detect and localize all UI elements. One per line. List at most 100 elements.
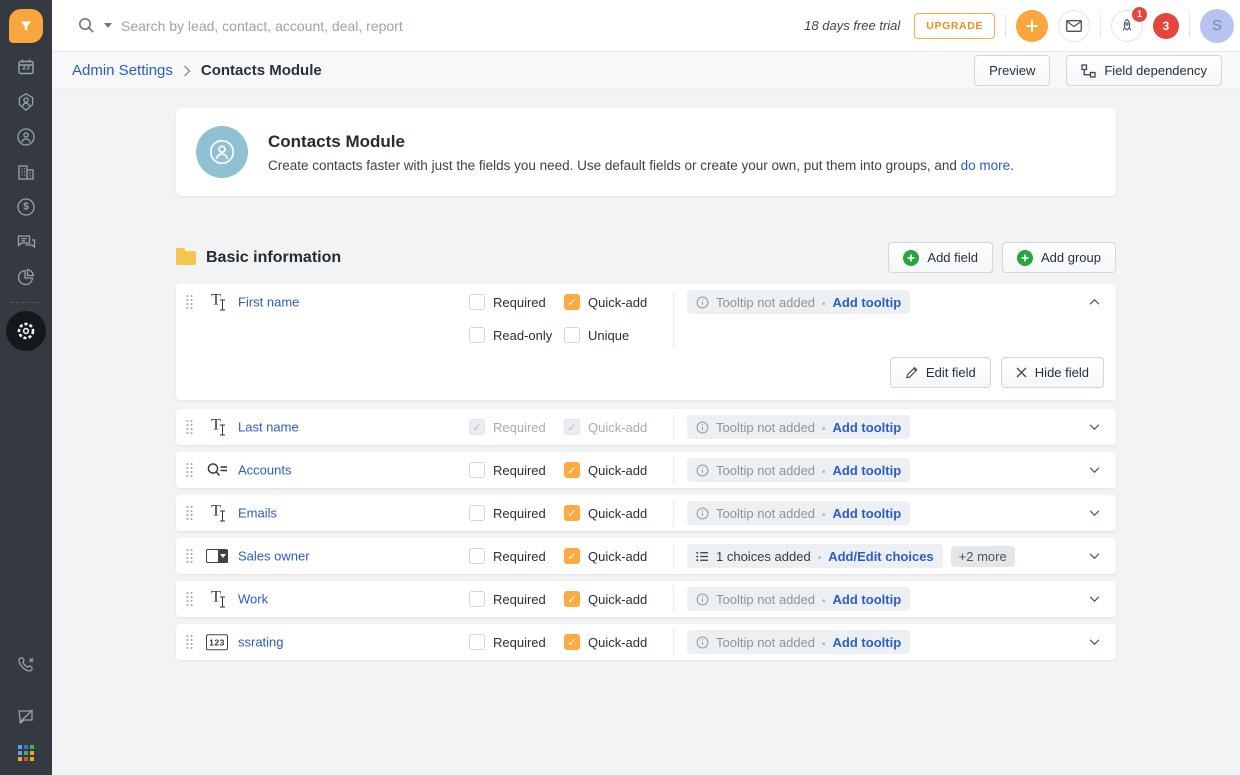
edit-field-button[interactable]: Edit field [890, 357, 991, 388]
field-dependency-label: Field dependency [1104, 63, 1207, 78]
checkbox-label: Quick-add [588, 463, 647, 478]
quick-add-checkbox[interactable]: Quick-add [564, 634, 647, 650]
add-edit-choices-link[interactable]: Add/Edit choices [828, 549, 933, 564]
info-icon [696, 421, 709, 434]
unique-checkbox[interactable]: Unique [564, 327, 629, 343]
checkbox-box[interactable] [469, 462, 485, 478]
required-checkbox[interactable]: Required [469, 591, 546, 607]
sidebar: 23 $ [0, 0, 52, 775]
field-name-link[interactable]: First name [238, 295, 299, 310]
checkbox-box[interactable] [564, 505, 580, 521]
sidebar-item-calendar[interactable]: 23 [14, 56, 38, 78]
read-only-checkbox[interactable]: Read-only [469, 327, 552, 343]
expand-chevron-icon[interactable] [1089, 467, 1100, 474]
drag-handle-icon[interactable] [186, 420, 193, 435]
drag-handle-icon[interactable] [186, 549, 193, 564]
checkbox-box[interactable] [564, 548, 580, 564]
required-checkbox[interactable]: Required [469, 548, 546, 564]
announcement-muted-icon[interactable] [14, 706, 38, 728]
drag-handle-icon[interactable] [186, 592, 193, 607]
drag-handle-icon[interactable] [186, 295, 193, 310]
add-tooltip-link[interactable]: Add tooltip [833, 463, 902, 478]
preview-button[interactable]: Preview [974, 55, 1050, 86]
search-icon[interactable] [78, 17, 95, 34]
sidebar-item-contacts[interactable] [14, 126, 38, 148]
checkbox-box[interactable] [564, 634, 580, 650]
checkbox-box[interactable] [469, 591, 485, 607]
add-field-button[interactable]: Add field [888, 242, 993, 273]
checkbox-box[interactable] [469, 548, 485, 564]
search-input[interactable] [121, 18, 541, 34]
required-checkbox[interactable]: Required [469, 462, 546, 478]
text-field-icon: T [204, 294, 230, 311]
add-tooltip-link[interactable]: Add tooltip [833, 295, 902, 310]
add-tooltip-link[interactable]: Add tooltip [833, 635, 902, 650]
checkbox-box[interactable] [564, 294, 580, 310]
freshsales-logo[interactable] [9, 9, 43, 43]
sidebar-item-settings-active[interactable] [6, 311, 46, 351]
field-dependency-button[interactable]: Field dependency [1066, 55, 1222, 86]
sidebar-item-deals[interactable]: $ [14, 196, 38, 218]
field-name-link[interactable]: Last name [238, 420, 299, 435]
quick-add-checkbox[interactable]: Quick-add [564, 505, 647, 521]
collapse-chevron-icon[interactable] [1089, 299, 1100, 306]
checkbox-box[interactable] [469, 505, 485, 521]
field-name-link[interactable]: Accounts [238, 463, 291, 478]
quick-add-checkbox[interactable]: Quick-add [564, 294, 647, 310]
add-group-button[interactable]: Add group [1002, 242, 1116, 273]
drag-handle-icon[interactable] [186, 635, 193, 650]
contacts-module-icon [196, 126, 248, 178]
tooltip-status-text: Tooltip not added [716, 592, 815, 607]
checkbox-box[interactable] [469, 327, 485, 343]
tooltip-status-pill: Tooltip not added Add tooltip [687, 587, 910, 611]
whats-new-button[interactable]: 1 [1111, 10, 1143, 42]
required-checkbox[interactable]: Required [469, 505, 546, 521]
hide-field-label: Hide field [1035, 365, 1089, 380]
checkbox-box[interactable] [564, 462, 580, 478]
sidebar-item-leads[interactable] [14, 91, 38, 113]
checkbox-box[interactable] [469, 294, 485, 310]
expand-chevron-icon[interactable] [1089, 553, 1100, 560]
quick-add-checkbox[interactable]: Quick-add [564, 462, 647, 478]
pill-separator [822, 635, 826, 650]
drag-handle-icon[interactable] [186, 463, 193, 478]
notifications-count-button[interactable]: 3 [1153, 13, 1179, 39]
drag-handle-icon[interactable] [186, 506, 193, 521]
field-name-link[interactable]: ssrating [238, 635, 284, 650]
hide-field-button[interactable]: Hide field [1001, 357, 1104, 388]
checkbox-box[interactable] [564, 591, 580, 607]
field-name-link[interactable]: Work [238, 592, 268, 607]
sidebar-item-analytics[interactable] [14, 266, 38, 288]
email-button[interactable] [1058, 10, 1090, 42]
expand-chevron-icon[interactable] [1089, 596, 1100, 603]
phone-disabled-icon[interactable] [14, 654, 38, 676]
field-name-link[interactable]: Emails [238, 506, 277, 521]
apps-switcher-icon[interactable] [18, 745, 34, 761]
search-scope-caret-icon[interactable] [104, 23, 112, 28]
add-tooltip-link[interactable]: Add tooltip [833, 592, 902, 607]
checkbox-box[interactable] [564, 327, 580, 343]
user-avatar[interactable]: S [1200, 9, 1234, 43]
sidebar-item-accounts[interactable] [14, 161, 38, 183]
quick-add-checkbox[interactable]: Quick-add [564, 591, 647, 607]
field-name-link[interactable]: Sales owner [238, 549, 310, 564]
more-choices-badge[interactable]: +2 more [951, 546, 1015, 567]
quick-add-button[interactable] [1016, 10, 1048, 42]
module-header-card: Contacts Module Create contacts faster w… [176, 108, 1116, 196]
breadcrumb-admin-settings[interactable]: Admin Settings [72, 62, 173, 79]
sidebar-item-conversations[interactable] [14, 231, 38, 253]
plus-circle-icon [1017, 250, 1033, 266]
add-tooltip-link[interactable]: Add tooltip [833, 420, 902, 435]
expand-chevron-icon[interactable] [1089, 424, 1100, 431]
checkbox-box[interactable] [469, 634, 485, 650]
upgrade-button[interactable]: UPGRADE [914, 13, 995, 39]
required-checkbox[interactable]: Required [469, 294, 546, 310]
do-more-link[interactable]: do more [961, 158, 1011, 173]
expand-chevron-icon[interactable] [1089, 639, 1100, 646]
expand-chevron-icon[interactable] [1089, 510, 1100, 517]
add-tooltip-link[interactable]: Add tooltip [833, 506, 902, 521]
quick-add-checkbox[interactable]: Quick-add [564, 548, 647, 564]
subtitle-text: Create contacts faster with just the fie… [268, 158, 961, 173]
preview-label: Preview [989, 63, 1035, 78]
required-checkbox[interactable]: Required [469, 634, 546, 650]
